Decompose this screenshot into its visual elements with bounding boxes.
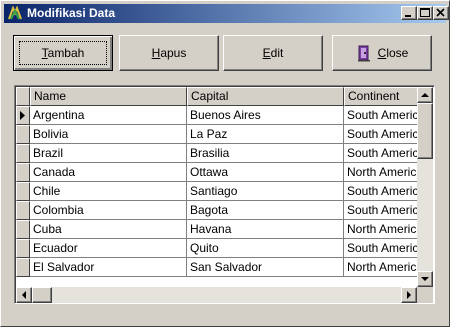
window-title: Modifikasi Data xyxy=(27,6,116,20)
grid-cell-name[interactable]: Colombia xyxy=(30,201,187,220)
scroll-left-button[interactable] xyxy=(16,287,32,303)
grid-cell-capital[interactable]: Quito xyxy=(187,239,344,258)
minimize-button[interactable] xyxy=(401,6,417,20)
row-indicator[interactable] xyxy=(16,239,30,258)
row-indicator[interactable] xyxy=(16,125,30,144)
grid-cell-capital[interactable]: Ottawa xyxy=(187,163,344,182)
column-header-name[interactable]: Name xyxy=(30,87,187,106)
column-header-continent[interactable]: Continent xyxy=(344,87,424,106)
grid-cell-continent[interactable]: North America xyxy=(344,163,424,182)
grid-cell-name[interactable]: Canada xyxy=(30,163,187,182)
row-indicator[interactable] xyxy=(16,106,30,125)
horizontal-scrollbar[interactable] xyxy=(16,287,417,303)
grid-cell-capital[interactable]: La Paz xyxy=(187,125,344,144)
horizontal-scroll-thumb[interactable] xyxy=(32,287,52,303)
data-grid[interactable]: Name Capital Continent Argentina Buenos A… xyxy=(14,85,435,304)
edit-button[interactable]: Edit xyxy=(223,35,323,71)
hapus-button[interactable]: Hapus xyxy=(119,35,219,71)
maximize-button[interactable] xyxy=(417,6,433,20)
tambah-button[interactable]: Tambah xyxy=(13,35,113,71)
scroll-right-button[interactable] xyxy=(401,287,417,303)
vertical-scroll-thumb[interactable] xyxy=(417,103,433,159)
grid-cell-continent[interactable]: South America xyxy=(344,182,424,201)
grid-cell-capital[interactable]: Santiago xyxy=(187,182,344,201)
column-header-capital[interactable]: Capital xyxy=(187,87,344,106)
row-indicator[interactable] xyxy=(16,163,30,182)
grid-cell-continent[interactable]: North America xyxy=(344,258,424,277)
grid-cell-continent[interactable]: South America xyxy=(344,144,424,163)
grid-cell-name[interactable]: Brazil xyxy=(30,144,187,163)
vertical-scrollbar[interactable] xyxy=(417,87,433,287)
close-button[interactable]: Close xyxy=(332,35,432,71)
app-window: Modifikasi Data Tambah Hapus Edit Close … xyxy=(0,0,450,327)
grid-cell-continent[interactable]: South America xyxy=(344,125,424,144)
grid-cell-capital[interactable]: San Salvador xyxy=(187,258,344,277)
title-bar[interactable]: Modifikasi Data xyxy=(4,4,449,23)
grid-corner-header xyxy=(16,87,30,106)
grid-cell-continent[interactable]: South America xyxy=(344,201,424,220)
grid-cell-name[interactable]: Chile xyxy=(30,182,187,201)
door-exit-icon xyxy=(356,44,372,62)
grid-cell-name[interactable]: Bolivia xyxy=(30,125,187,144)
row-indicator[interactable] xyxy=(16,182,30,201)
app-icon xyxy=(7,5,23,21)
scroll-down-button[interactable] xyxy=(417,271,433,287)
row-indicator[interactable] xyxy=(16,144,30,163)
grid-cell-capital[interactable]: Brasilia xyxy=(187,144,344,163)
row-indicator[interactable] xyxy=(16,258,30,277)
grid-cell-capital[interactable]: Havana xyxy=(187,220,344,239)
scrollbar-corner xyxy=(417,287,433,303)
grid-cell-name[interactable]: Argentina xyxy=(30,106,187,125)
grid-cell-name[interactable]: El Salvador xyxy=(30,258,187,277)
grid-cell-continent[interactable]: North America xyxy=(344,220,424,239)
close-window-button[interactable] xyxy=(433,6,449,20)
grid-cell-capital[interactable]: Buenos Aires xyxy=(187,106,344,125)
grid-cell-capital[interactable]: Bagota xyxy=(187,201,344,220)
grid-cell-continent[interactable]: South America xyxy=(344,106,424,125)
grid-cell-continent[interactable]: South America xyxy=(344,239,424,258)
grid-cell-name[interactable]: Cuba xyxy=(30,220,187,239)
row-indicator[interactable] xyxy=(16,220,30,239)
grid-cell-name[interactable]: Ecuador xyxy=(30,239,187,258)
row-indicator[interactable] xyxy=(16,201,30,220)
scroll-up-button[interactable] xyxy=(417,87,433,103)
